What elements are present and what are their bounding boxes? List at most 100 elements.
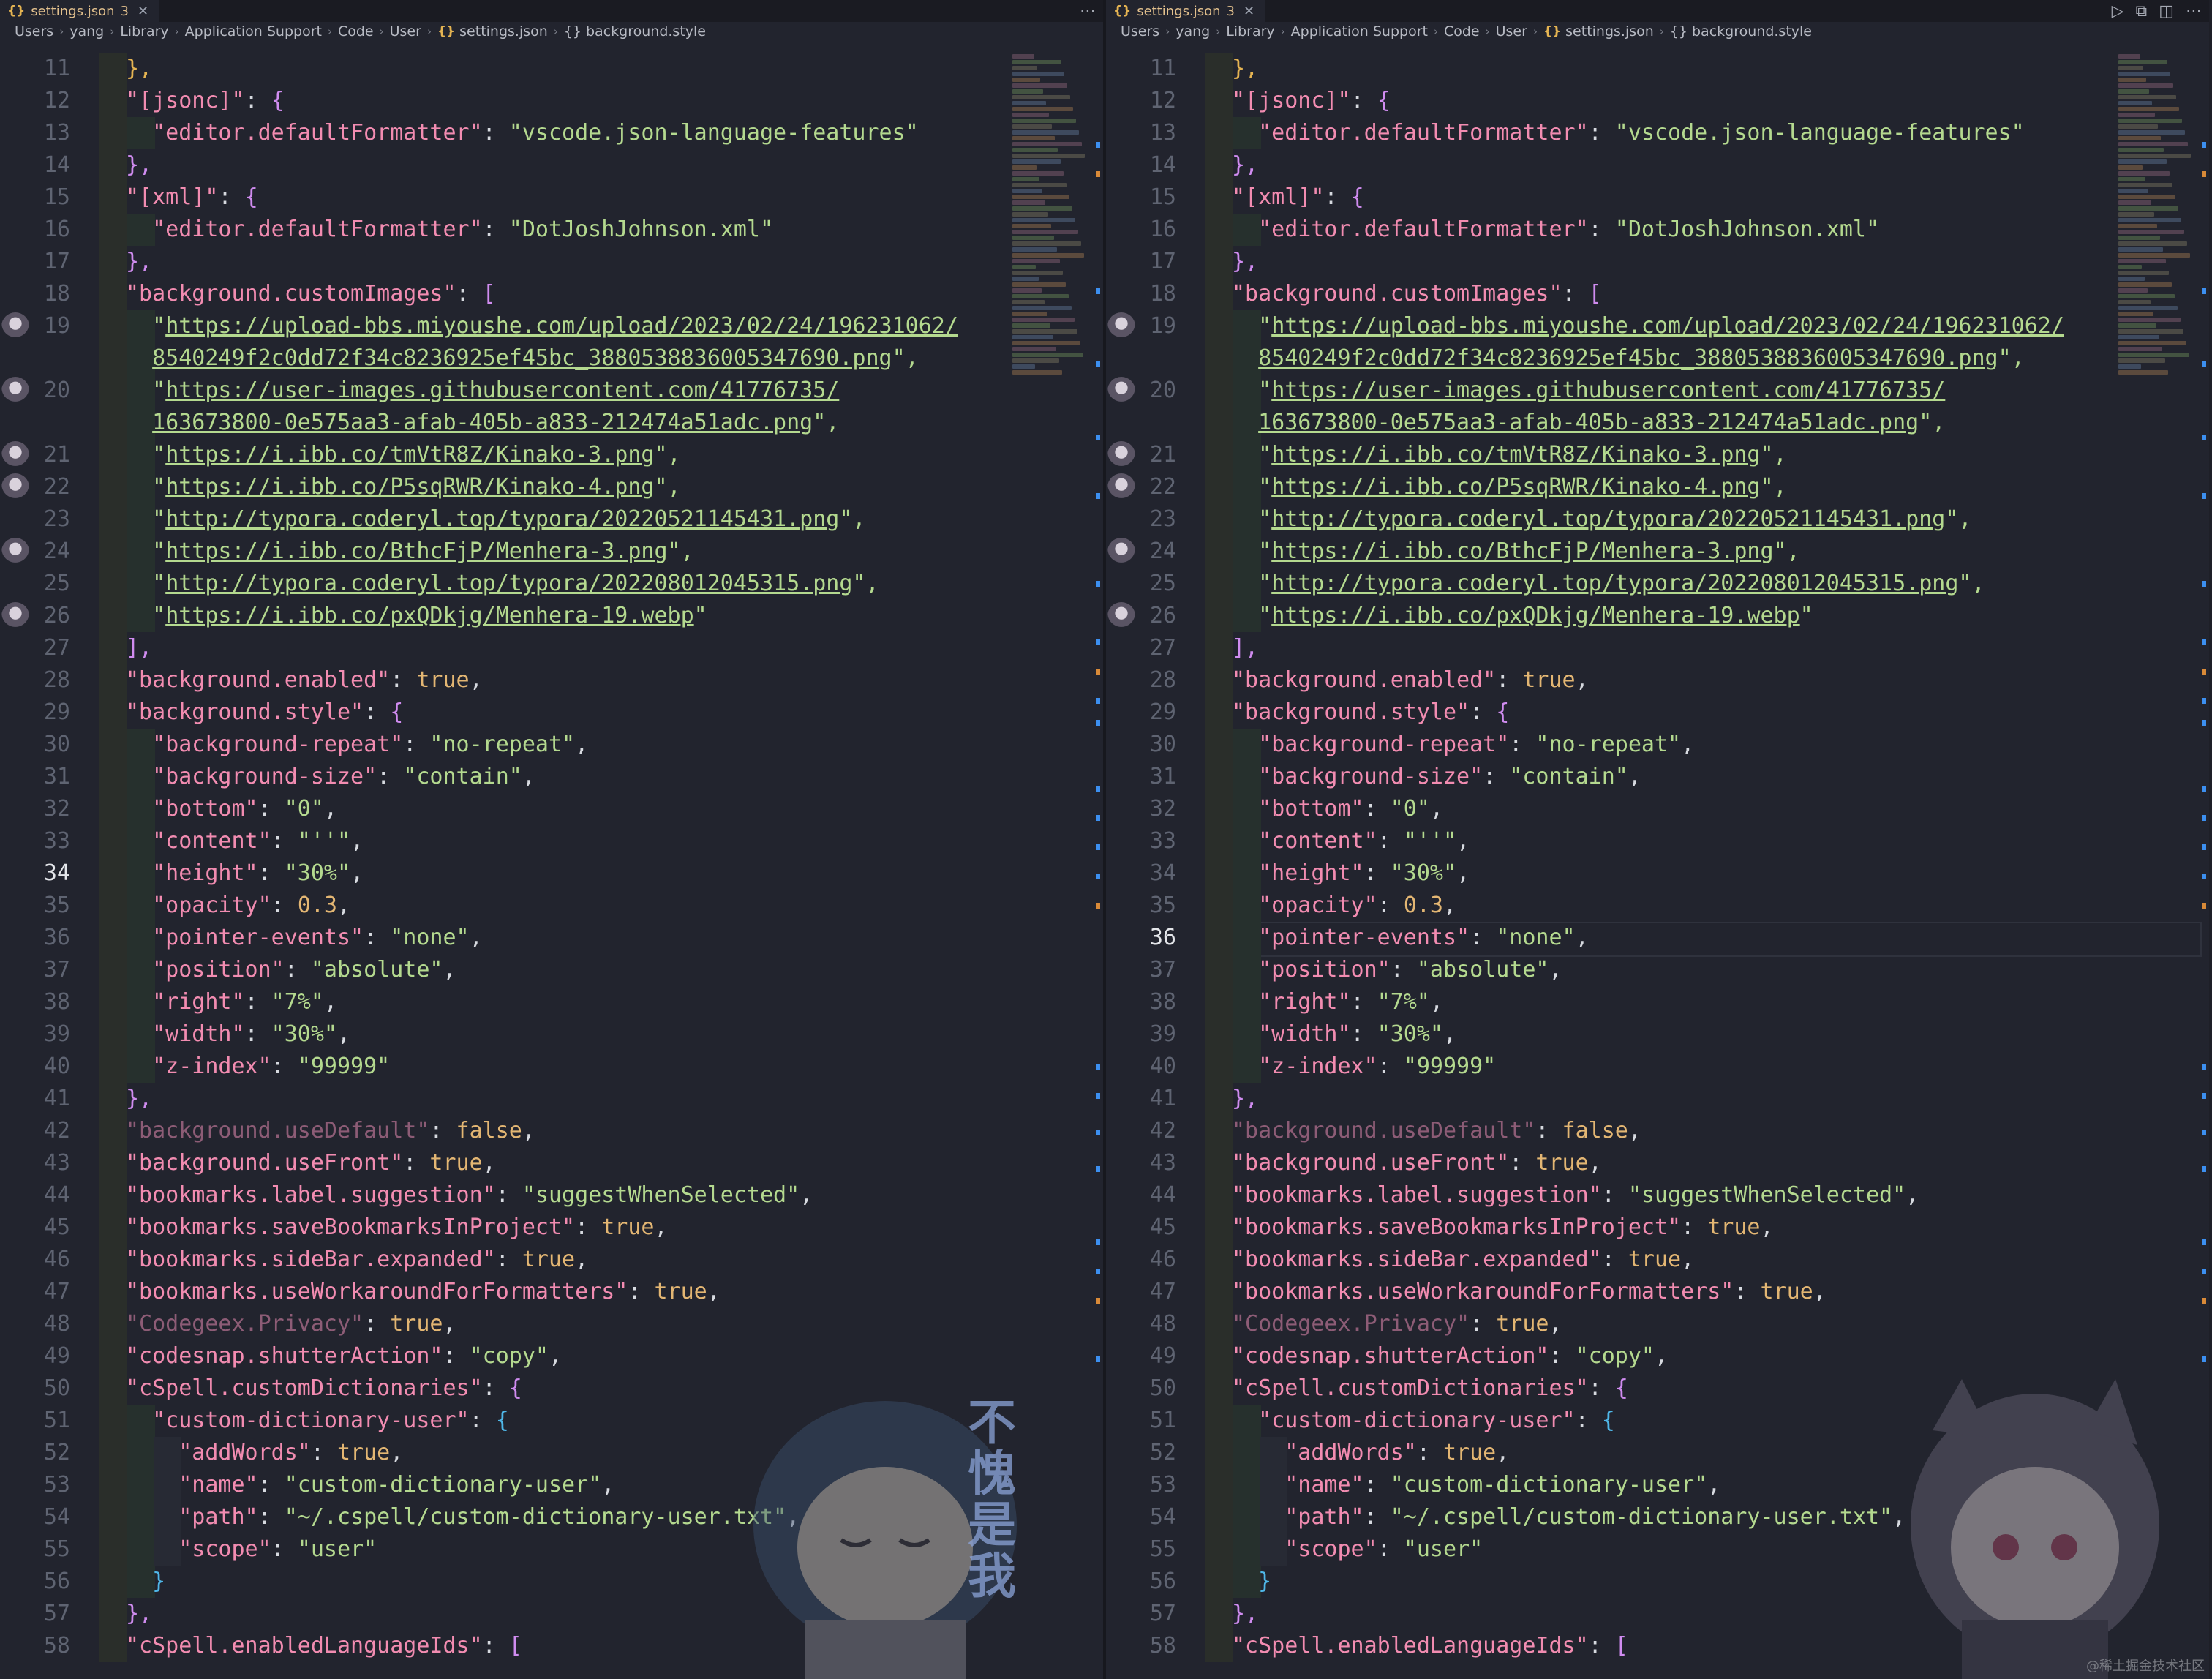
code-text[interactable]: "background.enabled": true,: [126, 664, 1015, 696]
url-link[interactable]: 163673800-0e575aa3-afab-405b-a833-212474…: [152, 410, 813, 435]
code-text[interactable]: },: [126, 149, 1015, 181]
code-line[interactable]: 28 "background.enabled": true,: [1106, 664, 2209, 696]
code-text[interactable]: "http://typora.coderyl.top/typora/202208…: [1232, 568, 2121, 600]
code-line[interactable]: 45 "bookmarks.saveBookmarksInProject": tr…: [1106, 1212, 2209, 1244]
code-text[interactable]: "bottom": "0",: [126, 793, 1015, 825]
code-text[interactable]: "right": "7%",: [126, 986, 1015, 1018]
code-text[interactable]: "bookmarks.sideBar.expanded": true,: [1232, 1244, 2121, 1276]
code-line[interactable]: 13 "editor.defaultFormatter": "vscode.js…: [0, 117, 1103, 149]
url-link[interactable]: https://i.ibb.co/P5sqRWR/Kinako-4.png: [165, 474, 654, 500]
code-line[interactable]: 29 "background.style": {: [1106, 696, 2209, 729]
code-line[interactable]: 34 "height": "30%",: [0, 857, 1103, 890]
url-link[interactable]: http://typora.coderyl.top/typora/2022052…: [165, 506, 839, 532]
code-text[interactable]: "z-index": "99999": [1232, 1051, 2121, 1083]
code-text[interactable]: "editor.defaultFormatter": "vscode.json-…: [1232, 117, 2121, 149]
code-line[interactable]: 41},: [0, 1083, 1103, 1115]
code-line[interactable]: 23 "http://typora.coderyl.top/typora/202…: [0, 503, 1103, 536]
code-line[interactable]: 18 "background.customImages": [: [1106, 278, 2209, 310]
code-text[interactable]: "bookmarks.label.suggestion": "suggestWh…: [1232, 1179, 2121, 1212]
code-line[interactable]: 33 "content": "''",: [0, 825, 1103, 857]
code-text[interactable]: "background.style": {: [1232, 696, 2121, 729]
code-line[interactable]: 21 "https://i.ibb.co/tmVtR8Z/Kinako-3.pn…: [1106, 439, 2209, 471]
url-link[interactable]: 8540249f2c0dd72f34c8236925ef45bc_3880538…: [1258, 345, 1998, 371]
close-icon[interactable]: ✕: [1244, 4, 1254, 19]
code-line[interactable]: 35 "opacity": 0.3,: [1106, 890, 2209, 922]
code-line[interactable]: 37 "position": "absolute",: [0, 954, 1103, 986]
breadcrumb-file[interactable]: settings.json: [459, 23, 548, 40]
code-line[interactable]: 22 "https://i.ibb.co/P5sqRWR/Kinako-4.pn…: [1106, 471, 2209, 503]
code-text[interactable]: },: [1232, 53, 2121, 85]
code-text[interactable]: "position": "absolute",: [126, 954, 1015, 986]
code-line[interactable]: 40 "z-index": "99999": [0, 1051, 1103, 1083]
code-text[interactable]: "editor.defaultFormatter": "DotJoshJohns…: [1232, 214, 2121, 246]
code-text[interactable]: "https://i.ibb.co/BthcFjP/Menhera-3.png"…: [126, 536, 1015, 568]
code-line[interactable]: 34 "height": "30%",: [1106, 857, 2209, 890]
code-line[interactable]: 8540249f2c0dd72f34c8236925ef45bc_3880538…: [1106, 342, 2209, 375]
code-text[interactable]: "background.useDefault": false,: [126, 1115, 1015, 1147]
code-line[interactable]: 15 "[xml]": {: [0, 181, 1103, 214]
code-text[interactable]: "background-size": "contain",: [1232, 761, 2121, 793]
editor-pane-left[interactable]: {} settings.json 3 ✕ ⋯ Users › yang › Librar…: [0, 0, 1103, 1679]
tab-settings-json[interactable]: {} settings.json 3 ✕: [0, 0, 159, 22]
code-text[interactable]: "background.useDefault": false,: [1232, 1115, 2121, 1147]
code-text[interactable]: "z-index": "99999": [126, 1051, 1015, 1083]
code-line[interactable]: 15 "[xml]": {: [1106, 181, 2209, 214]
code-line[interactable]: 13 "editor.defaultFormatter": "vscode.js…: [1106, 117, 2209, 149]
code-text[interactable]: "https://i.ibb.co/pxQDkjg/Menhera-19.web…: [1232, 600, 2121, 632]
code-text[interactable]: "http://typora.coderyl.top/typora/202208…: [126, 568, 1015, 600]
code-line[interactable]: 48 "Codegeex.Privacy": true,: [0, 1308, 1103, 1340]
code-line[interactable]: 36 "pointer-events": "none",: [1106, 922, 2209, 957]
url-link[interactable]: https://i.ibb.co/P5sqRWR/Kinako-4.png: [1271, 474, 1760, 500]
code-line[interactable]: 37 "position": "absolute",: [1106, 954, 2209, 986]
url-link[interactable]: https://user-images.githubusercontent.co…: [165, 378, 839, 403]
url-link[interactable]: https://i.ibb.co/pxQDkjg/Menhera-19.webp: [165, 603, 693, 628]
code-text[interactable]: "background-repeat": "no-repeat",: [126, 729, 1015, 761]
code-text[interactable]: "[jsonc]": {: [126, 85, 1015, 117]
code-text[interactable]: 8540249f2c0dd72f34c8236925ef45bc_3880538…: [126, 342, 1015, 375]
code-line[interactable]: 30 "background-repeat": "no-repeat",: [1106, 729, 2209, 761]
url-link[interactable]: https://upload-bbs.miyoushe.com/upload/2…: [165, 313, 958, 339]
code-line[interactable]: 18 "background.customImages": [: [0, 278, 1103, 310]
code-text[interactable]: "https://i.ibb.co/tmVtR8Z/Kinako-3.png",: [1232, 439, 2121, 471]
code-text[interactable]: "[xml]": {: [126, 181, 1015, 214]
code-line[interactable]: 32 "bottom": "0",: [0, 793, 1103, 825]
code-line[interactable]: 36 "pointer-events": "none",: [0, 922, 1103, 954]
code-line[interactable]: 12 "[jsonc]": {: [1106, 85, 2209, 117]
code-line[interactable]: 46 "bookmarks.sideBar.expanded": true,: [1106, 1244, 2209, 1276]
code-text[interactable]: "width": "30%",: [1232, 1018, 2121, 1051]
code-text[interactable]: "http://typora.coderyl.top/typora/202205…: [126, 503, 1015, 536]
code-line[interactable]: 31 "background-size": "contain",: [1106, 761, 2209, 793]
code-text[interactable]: },: [126, 246, 1015, 278]
code-line[interactable]: 16 "editor.defaultFormatter": "DotJoshJo…: [1106, 214, 2209, 246]
code-line[interactable]: 20 "https://user-images.githubuserconten…: [0, 375, 1103, 407]
minimap[interactable]: [2118, 54, 2196, 676]
code-text[interactable]: "background.useFront": true,: [126, 1147, 1015, 1179]
code-line[interactable]: 16 "editor.defaultFormatter": "DotJoshJo…: [0, 214, 1103, 246]
more-actions-icon[interactable]: ⋯: [2186, 2, 2202, 20]
code-line[interactable]: 11},: [1106, 53, 2209, 85]
code-text[interactable]: "https://i.ibb.co/P5sqRWR/Kinako-4.png",: [1232, 471, 2121, 503]
breadcrumb-segment[interactable]: User: [390, 23, 421, 40]
code-text[interactable]: "bookmarks.sideBar.expanded": true,: [126, 1244, 1015, 1276]
breadcrumb-segment[interactable]: Library: [1226, 23, 1274, 40]
code-line[interactable]: 29 "background.style": {: [0, 696, 1103, 729]
code-line[interactable]: 42 "background.useDefault": false,: [0, 1115, 1103, 1147]
code-text[interactable]: "Codegeex.Privacy": true,: [1232, 1308, 2121, 1340]
code-text[interactable]: "bookmarks.saveBookmarksInProject": true…: [1232, 1212, 2121, 1244]
code-line[interactable]: 26 "https://i.ibb.co/pxQDkjg/Menhera-19.…: [0, 600, 1103, 632]
code-line[interactable]: 14},: [0, 149, 1103, 181]
breadcrumb-segment[interactable]: Users: [1121, 23, 1159, 40]
breadcrumb-segment[interactable]: yang: [69, 23, 104, 40]
url-link[interactable]: http://typora.coderyl.top/typora/2022052…: [1271, 506, 1945, 532]
breadcrumb-segment[interactable]: Users: [15, 23, 53, 40]
code-line[interactable]: 11},: [0, 53, 1103, 85]
url-link[interactable]: https://user-images.githubusercontent.co…: [1271, 378, 1945, 403]
code-line[interactable]: 17},: [1106, 246, 2209, 278]
code-line[interactable]: 25 "http://typora.coderyl.top/typora/202…: [1106, 568, 2209, 600]
code-text[interactable]: "background-repeat": "no-repeat",: [1232, 729, 2121, 761]
code-text[interactable]: "height": "30%",: [1232, 857, 2121, 890]
code-line[interactable]: 40 "z-index": "99999": [1106, 1051, 2209, 1083]
code-line[interactable]: 48 "Codegeex.Privacy": true,: [1106, 1308, 2209, 1340]
code-text[interactable]: "https://i.ibb.co/BthcFjP/Menhera-3.png"…: [1232, 536, 2121, 568]
code-text[interactable]: "background.useFront": true,: [1232, 1147, 2121, 1179]
